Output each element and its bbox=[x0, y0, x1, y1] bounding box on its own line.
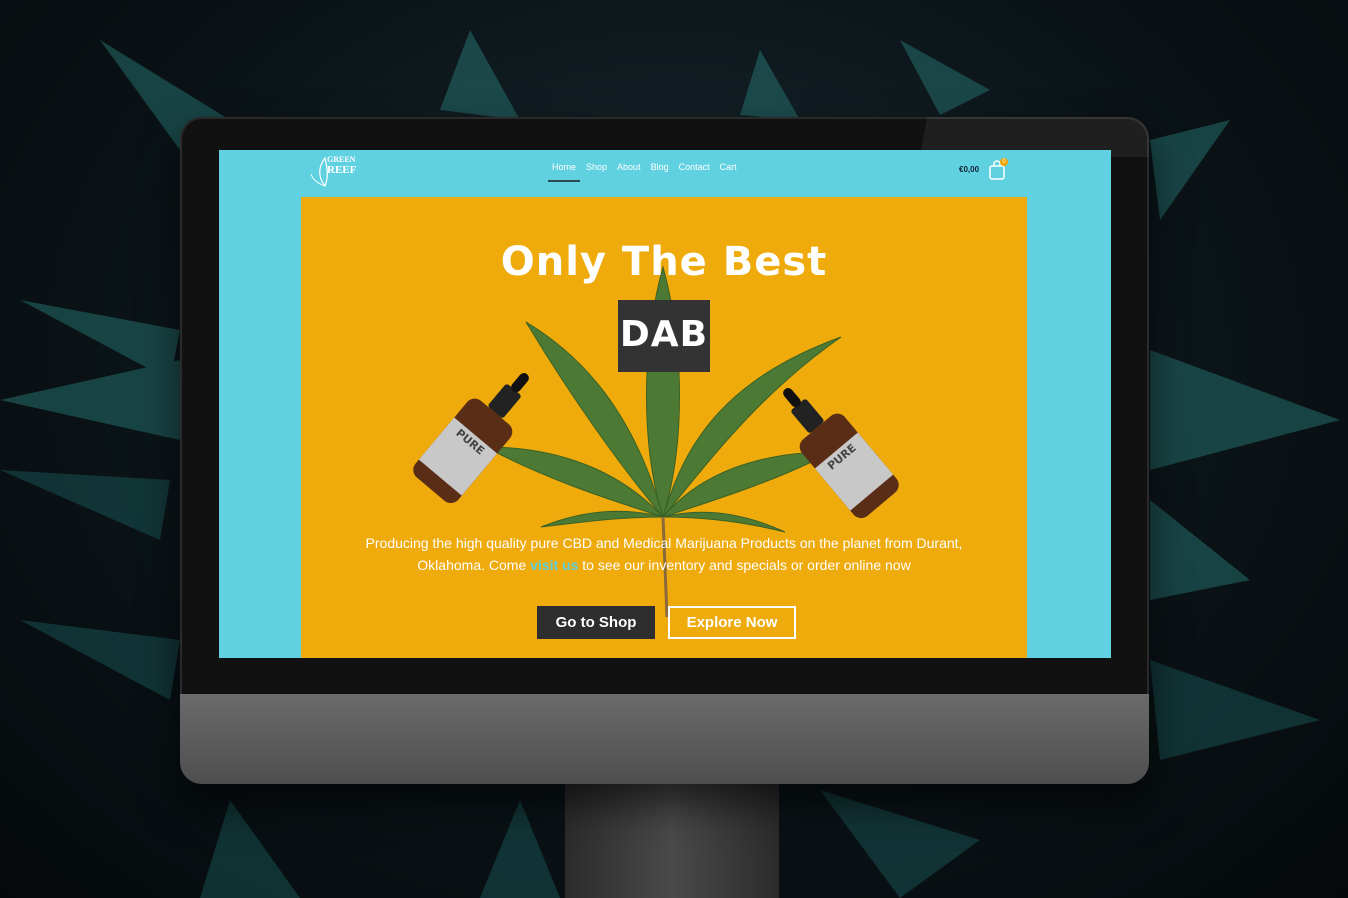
nav-item-cart[interactable]: Cart bbox=[720, 162, 737, 182]
nav-item-blog[interactable]: Blog bbox=[651, 162, 669, 182]
explore-now-button[interactable]: Explore Now bbox=[668, 606, 796, 639]
dropper-bottle-right-icon: PURE bbox=[783, 388, 899, 519]
website-screen: GREEN REEF Home Shop About Blog Contact … bbox=[219, 150, 1111, 658]
hero-highlight-text: DAB bbox=[619, 314, 709, 355]
nav-item-shop[interactable]: Shop bbox=[586, 162, 607, 182]
hero-highlight-box: DAB bbox=[618, 300, 710, 372]
hero-description-text-end: to see our inventory and specials or ord… bbox=[578, 557, 911, 573]
nav-item-home[interactable]: Home bbox=[547, 162, 581, 182]
hero-section: PURE PURE Only The Best DAB Producing th… bbox=[301, 197, 1027, 658]
go-to-shop-button[interactable]: Go to Shop bbox=[537, 606, 655, 639]
logo-line-2: REEF bbox=[327, 164, 357, 176]
nav-item-about[interactable]: About bbox=[617, 162, 641, 182]
cart-count-badge: 0 bbox=[1000, 158, 1008, 166]
visit-us-link[interactable]: visit us bbox=[530, 557, 578, 573]
hero-description: Producing the high quality pure CBD and … bbox=[331, 532, 997, 576]
logo-line-1: GREEN bbox=[327, 155, 356, 164]
nav-item-contact[interactable]: Contact bbox=[679, 162, 710, 182]
dropper-bottle-left-icon: PURE bbox=[413, 373, 529, 504]
monitor-chin bbox=[180, 694, 1149, 784]
cart-total[interactable]: €0,00 bbox=[959, 165, 979, 174]
hero-title: Only The Best bbox=[500, 239, 828, 285]
monitor-stand bbox=[565, 784, 779, 898]
main-navigation: Home Shop About Blog Contact Cart bbox=[547, 162, 737, 182]
